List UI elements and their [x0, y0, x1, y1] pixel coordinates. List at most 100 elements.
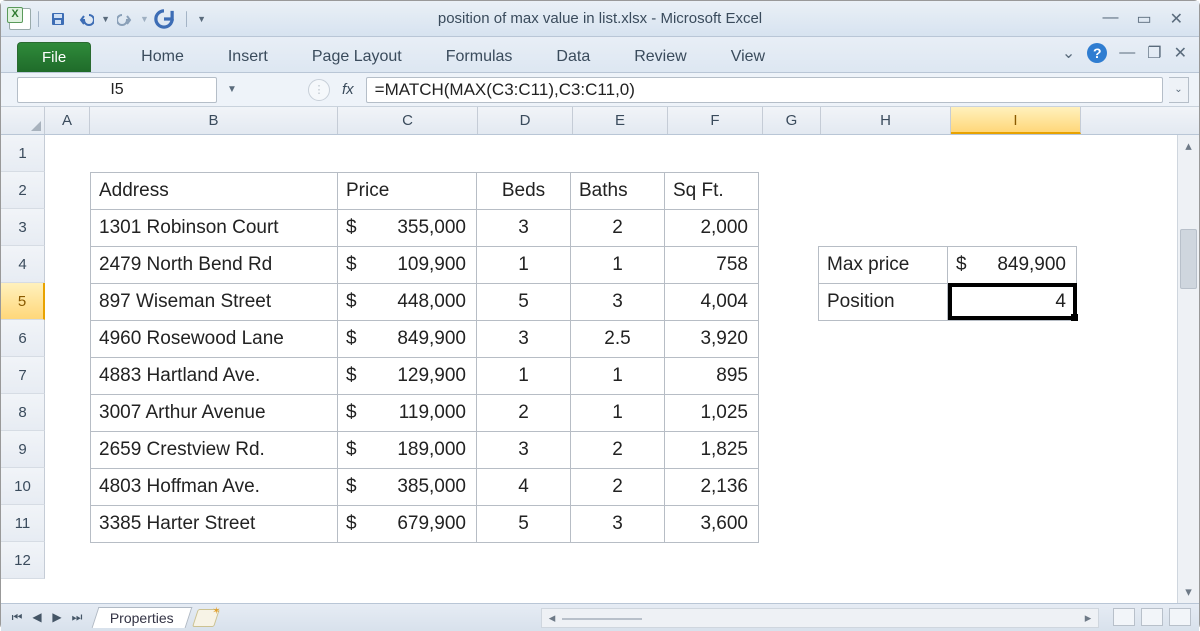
sheet-nav-next[interactable]: ▶	[47, 610, 67, 625]
col-header-F[interactable]: F	[668, 107, 763, 134]
tab-review[interactable]: Review	[612, 42, 708, 72]
header-address[interactable]: Address	[91, 173, 338, 210]
cell-baths[interactable]: 1	[571, 358, 665, 395]
name-box-dropdown[interactable]: ▼	[222, 77, 242, 103]
col-header-A[interactable]: A	[45, 107, 90, 134]
cell-sqft[interactable]: 758	[665, 247, 759, 284]
tab-home[interactable]: Home	[119, 42, 206, 72]
tab-data[interactable]: Data	[534, 42, 612, 72]
col-header-C[interactable]: C	[338, 107, 478, 134]
col-header-E[interactable]: E	[573, 107, 668, 134]
col-header-D[interactable]: D	[478, 107, 573, 134]
minimize-button[interactable]: ―	[1102, 9, 1118, 29]
cell-price[interactable]: $679,900	[338, 506, 477, 543]
header-sqft[interactable]: Sq Ft.	[665, 173, 759, 210]
row-header-2[interactable]: 2	[1, 172, 45, 209]
scroll-track[interactable]	[1180, 157, 1197, 581]
help-button[interactable]: ?	[1087, 43, 1107, 63]
row-header-6[interactable]: 6	[1, 320, 45, 357]
cell-sqft[interactable]: 2,136	[665, 469, 759, 506]
row-header-4[interactable]: 4	[1, 246, 45, 283]
workbook-minimize-button[interactable]: ―	[1119, 44, 1135, 62]
worksheet-grid[interactable]: 1 2 3 4 5 6 7 8 9 10 11 12 Address Price…	[1, 135, 1199, 603]
cell-address[interactable]: 2479 North Bend Rd	[91, 247, 338, 284]
cell-baths[interactable]: 3	[571, 284, 665, 321]
tab-insert[interactable]: Insert	[206, 42, 290, 72]
cell-address[interactable]: 3007 Arthur Avenue	[91, 395, 338, 432]
scroll-thumb[interactable]	[1180, 229, 1197, 289]
col-header-G[interactable]: G	[763, 107, 821, 134]
cell-sqft[interactable]: 1,025	[665, 395, 759, 432]
header-beds[interactable]: Beds	[477, 173, 571, 210]
app-icon[interactable]	[7, 7, 33, 31]
undo-dropdown[interactable]: ▼	[101, 14, 110, 24]
cell-sqft[interactable]: 895	[665, 358, 759, 395]
cell-baths[interactable]: 2	[571, 432, 665, 469]
cell-sqft[interactable]: 3,600	[665, 506, 759, 543]
view-layout-button[interactable]	[1141, 608, 1163, 626]
ribbon-minimize-icon[interactable]: ⌄	[1062, 43, 1075, 63]
tab-view[interactable]: View	[709, 42, 787, 72]
scroll-down-button[interactable]: ▾	[1178, 581, 1199, 603]
view-pagebreak-button[interactable]	[1169, 608, 1191, 626]
summary-max-label[interactable]: Max price	[819, 247, 948, 284]
cell-price[interactable]: $448,000	[338, 284, 477, 321]
row-header-11[interactable]: 11	[1, 505, 45, 542]
cell-beds[interactable]: 3	[477, 321, 571, 358]
tab-formulas[interactable]: Formulas	[424, 42, 535, 72]
cell-sqft[interactable]: 2,000	[665, 210, 759, 247]
formula-input[interactable]: =MATCH(MAX(C3:C11),C3:C11,0)	[366, 77, 1163, 103]
file-tab[interactable]: File	[17, 42, 91, 72]
sheet-nav-first[interactable]: ⏮	[7, 610, 27, 625]
cell-price[interactable]: $849,900	[338, 321, 477, 358]
cell-address[interactable]: 4803 Hoffman Ave.	[91, 469, 338, 506]
col-header-B[interactable]: B	[90, 107, 338, 134]
cell-baths[interactable]: 2.5	[571, 321, 665, 358]
insert-function-button[interactable]: fx	[342, 81, 354, 98]
qat-more-button[interactable]	[151, 7, 177, 31]
scroll-up-button[interactable]: ▴	[1178, 135, 1199, 157]
name-box[interactable]: I5	[17, 77, 217, 103]
qat-customize-dropdown[interactable]: ▼	[197, 14, 206, 24]
cell-address[interactable]: 4883 Hartland Ave.	[91, 358, 338, 395]
row-header-5[interactable]: 5	[1, 283, 45, 320]
hscroll-right-button[interactable]: ▸	[1078, 610, 1098, 626]
cell-beds[interactable]: 5	[477, 284, 571, 321]
undo-button[interactable]	[73, 7, 99, 31]
row-header-3[interactable]: 3	[1, 209, 45, 246]
col-header-H[interactable]: H	[821, 107, 951, 134]
cell-baths[interactable]: 3	[571, 506, 665, 543]
cell-sqft[interactable]: 1,825	[665, 432, 759, 469]
redo-button[interactable]	[112, 7, 138, 31]
select-all-button[interactable]	[1, 107, 45, 134]
redo-dropdown[interactable]: ▼	[140, 14, 149, 24]
cell-beds[interactable]: 5	[477, 506, 571, 543]
cell-price[interactable]: $385,000	[338, 469, 477, 506]
cell-address[interactable]: 3385 Harter Street	[91, 506, 338, 543]
cell-price[interactable]: $119,000	[338, 395, 477, 432]
tab-page-layout[interactable]: Page Layout	[290, 42, 424, 72]
summary-max-value[interactable]: $849,900	[948, 247, 1077, 284]
cell-address[interactable]: 897 Wiseman Street	[91, 284, 338, 321]
cell-beds[interactable]: 2	[477, 395, 571, 432]
row-header-9[interactable]: 9	[1, 431, 45, 468]
sheet-nav-prev[interactable]: ◀	[27, 610, 47, 625]
cell-beds[interactable]: 1	[477, 247, 571, 284]
new-sheet-button[interactable]	[192, 609, 220, 627]
hscroll-thumb[interactable]	[562, 618, 642, 620]
row-header-10[interactable]: 10	[1, 468, 45, 505]
cell-beds[interactable]: 3	[477, 432, 571, 469]
cell-address[interactable]: 4960 Rosewood Lane	[91, 321, 338, 358]
header-price[interactable]: Price	[338, 173, 477, 210]
workbook-close-button[interactable]: ✕	[1174, 43, 1187, 63]
row-header-12[interactable]: 12	[1, 542, 45, 579]
cell-price[interactable]: $129,900	[338, 358, 477, 395]
cell-sqft[interactable]: 4,004	[665, 284, 759, 321]
sheet-nav-last[interactable]: ⏭	[67, 610, 87, 625]
cell-baths[interactable]: 1	[571, 247, 665, 284]
view-normal-button[interactable]	[1113, 608, 1135, 626]
row-header-7[interactable]: 7	[1, 357, 45, 394]
cell-price[interactable]: $355,000	[338, 210, 477, 247]
sheet-tab-properties[interactable]: Properties	[92, 607, 193, 628]
formula-bar-expand[interactable]: ⌄	[1169, 77, 1189, 103]
